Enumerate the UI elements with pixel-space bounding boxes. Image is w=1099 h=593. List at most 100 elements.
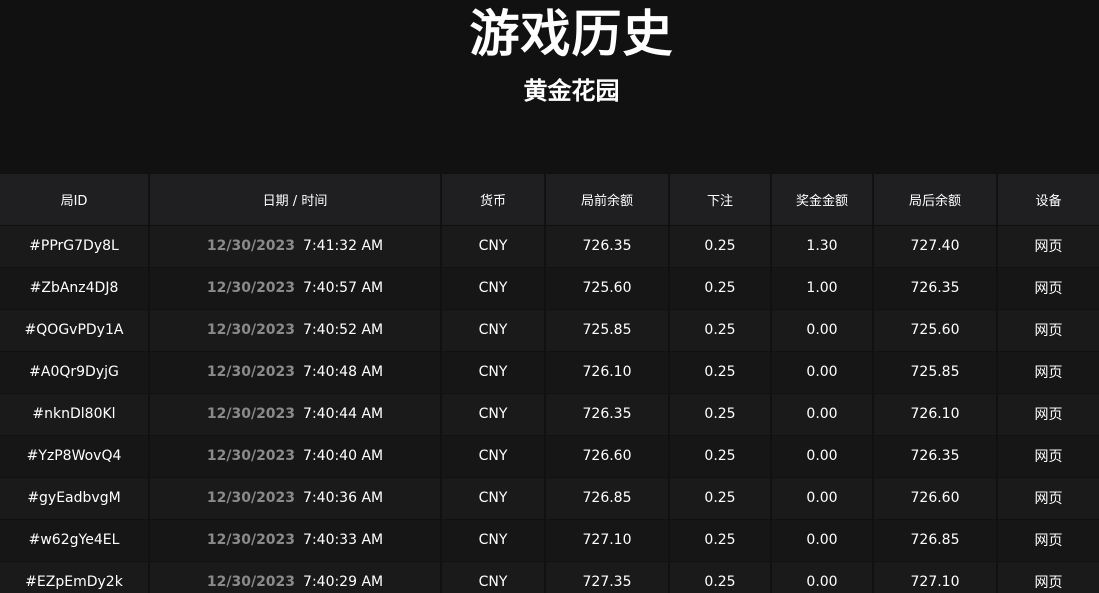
balance-after-cell: 726.35 [873, 434, 998, 477]
device-cell: 网页 [997, 392, 1099, 435]
balance-before-cell: 726.60 [545, 434, 670, 477]
currency-cell: CNY [441, 350, 546, 393]
round-date: 12/30/2023 [206, 364, 296, 380]
device-cell: 网页 [997, 434, 1099, 477]
table-body: #PPrG7Dy8L 12/30/2023 7:41:32 AM CNY 726.35 0… [0, 224, 1099, 593]
round-id[interactable]: #EZpEmDy2k [0, 560, 150, 593]
device-cell: 网页 [997, 308, 1099, 351]
balance-before-cell: 725.85 [545, 308, 670, 351]
history-table: 局ID 日期 / 时间 货币 局前余额 下注 奖金金额 局后余额 设备 #PPr… [0, 174, 1099, 593]
bet-cell: 0.25 [669, 392, 772, 435]
table-row[interactable]: #ZbAnz4DJ8 12/30/2023 7:40:57 AM CNY 725.60 0… [0, 266, 1099, 309]
device-cell: 网页 [997, 266, 1099, 309]
round-date: 12/30/2023 [206, 532, 296, 548]
round-time: 7:40:48 AM [303, 364, 384, 380]
round-time: 7:40:52 AM [303, 322, 384, 338]
round-id[interactable]: #PPrG7Dy8L [0, 224, 150, 267]
currency-cell: CNY [441, 518, 546, 561]
currency-cell: CNY [441, 266, 546, 309]
round-id[interactable]: #w62gYe4EL [0, 518, 150, 561]
round-id[interactable]: #YzP8WovQ4 [0, 434, 150, 477]
round-id[interactable]: #QOGvPDy1A [0, 308, 150, 351]
device-cell: 网页 [997, 350, 1099, 393]
game-name: 黄金花园 [523, 77, 620, 105]
round-time: 7:40:40 AM [303, 448, 384, 464]
currency-cell: CNY [441, 476, 546, 519]
win-cell: 0.00 [771, 308, 874, 351]
round-time: 7:40:57 AM [303, 280, 384, 296]
win-cell: 0.00 [771, 518, 874, 561]
balance-after-cell: 725.85 [873, 350, 998, 393]
column-header-datetime: 日期 / 时间 [149, 174, 442, 226]
bet-cell: 0.25 [669, 266, 772, 309]
game-history-page: 游戏历史 黄金花园 局ID 日期 / 时间 货币 局前余额 下注 奖金金额 局后… [0, 0, 1099, 593]
datetime-cell: 12/30/2023 7:40:33 AM [149, 518, 442, 561]
balance-before-cell: 727.35 [545, 560, 670, 593]
column-header-device: 设备 [997, 174, 1099, 226]
round-id[interactable]: #ZbAnz4DJ8 [0, 266, 150, 309]
device-cell: 网页 [997, 476, 1099, 519]
round-time: 7:40:44 AM [303, 406, 384, 422]
round-id[interactable]: #gyEadbvgM [0, 476, 150, 519]
round-time: 7:40:29 AM [303, 574, 384, 591]
column-header-currency: 货币 [441, 174, 546, 226]
balance-before-cell: 726.35 [545, 224, 670, 267]
bet-cell: 0.25 [669, 350, 772, 393]
table-row[interactable]: #w62gYe4EL 12/30/2023 7:40:33 AM CNY 727.10 0… [0, 518, 1099, 561]
balance-before-cell: 725.60 [545, 266, 670, 309]
round-time: 7:41:32 AM [303, 238, 384, 254]
currency-cell: CNY [441, 434, 546, 477]
win-cell: 1.30 [771, 224, 874, 267]
bet-cell: 0.25 [669, 308, 772, 351]
win-cell: 0.00 [771, 392, 874, 435]
win-cell: 0.00 [771, 560, 874, 593]
datetime-cell: 12/30/2023 7:40:36 AM [149, 476, 442, 519]
device-cell: 网页 [997, 518, 1099, 561]
device-cell: 网页 [997, 224, 1099, 267]
datetime-cell: 12/30/2023 7:41:32 AM [149, 224, 442, 267]
currency-cell: CNY [441, 224, 546, 267]
table-row[interactable]: #gyEadbvgM 12/30/2023 7:40:36 AM CNY 726.85 0… [0, 476, 1099, 519]
column-header-balance-after: 局后余额 [873, 174, 998, 226]
table-row[interactable]: #PPrG7Dy8L 12/30/2023 7:41:32 AM CNY 726.35 0… [0, 224, 1099, 267]
datetime-cell: 12/30/2023 7:40:44 AM [149, 392, 442, 435]
balance-after-cell: 727.40 [873, 224, 998, 267]
balance-before-cell: 727.10 [545, 518, 670, 561]
round-date: 12/30/2023 [206, 322, 296, 338]
balance-before-cell: 726.85 [545, 476, 670, 519]
table-row[interactable]: #nknDl80Kl 12/30/2023 7:40:44 AM CNY 726.35 0… [0, 392, 1099, 435]
round-time: 7:40:36 AM [303, 490, 384, 506]
balance-after-cell: 726.85 [873, 518, 998, 561]
bet-cell: 0.25 [669, 434, 772, 477]
round-date: 12/30/2023 [206, 490, 296, 506]
win-cell: 0.00 [771, 434, 874, 477]
win-cell: 0.00 [771, 350, 874, 393]
table-row[interactable]: #QOGvPDy1A 12/30/2023 7:40:52 AM CNY 725.85 0… [0, 308, 1099, 351]
column-header-bet: 下注 [669, 174, 772, 226]
datetime-cell: 12/30/2023 7:40:48 AM [149, 350, 442, 393]
table-row[interactable]: #A0Qr9DyjG 12/30/2023 7:40:48 AM CNY 726.10 0… [0, 350, 1099, 393]
column-header-win: 奖金金额 [771, 174, 874, 226]
balance-after-cell: 727.10 [873, 560, 998, 593]
currency-cell: CNY [441, 392, 546, 435]
round-id[interactable]: #nknDl80Kl [0, 392, 150, 435]
round-date: 12/30/2023 [206, 406, 296, 422]
balance-before-cell: 726.35 [545, 392, 670, 435]
table-row[interactable]: #YzP8WovQ4 12/30/2023 7:40:40 AM CNY 726.60 0… [0, 434, 1099, 477]
table-row[interactable]: #EZpEmDy2k 12/30/2023 7:40:29 AM CNY 727.35 0… [0, 560, 1099, 593]
currency-cell: CNY [441, 560, 546, 593]
device-cell: 网页 [997, 560, 1099, 593]
round-date: 12/30/2023 [206, 280, 296, 296]
column-header-round-id: 局ID [0, 174, 150, 226]
bet-cell: 0.25 [669, 224, 772, 267]
round-date: 12/30/2023 [206, 448, 296, 464]
balance-after-cell: 725.60 [873, 308, 998, 351]
column-header-balance-before: 局前余额 [545, 174, 670, 226]
balance-after-cell: 726.10 [873, 392, 998, 435]
table-header-row: 局ID 日期 / 时间 货币 局前余额 下注 奖金金额 局后余额 设备 [0, 174, 1099, 226]
datetime-cell: 12/30/2023 7:40:40 AM [149, 434, 442, 477]
currency-cell: CNY [441, 308, 546, 351]
round-id[interactable]: #A0Qr9DyjG [0, 350, 150, 393]
round-time: 7:40:33 AM [303, 532, 384, 548]
bet-cell: 0.25 [669, 518, 772, 561]
